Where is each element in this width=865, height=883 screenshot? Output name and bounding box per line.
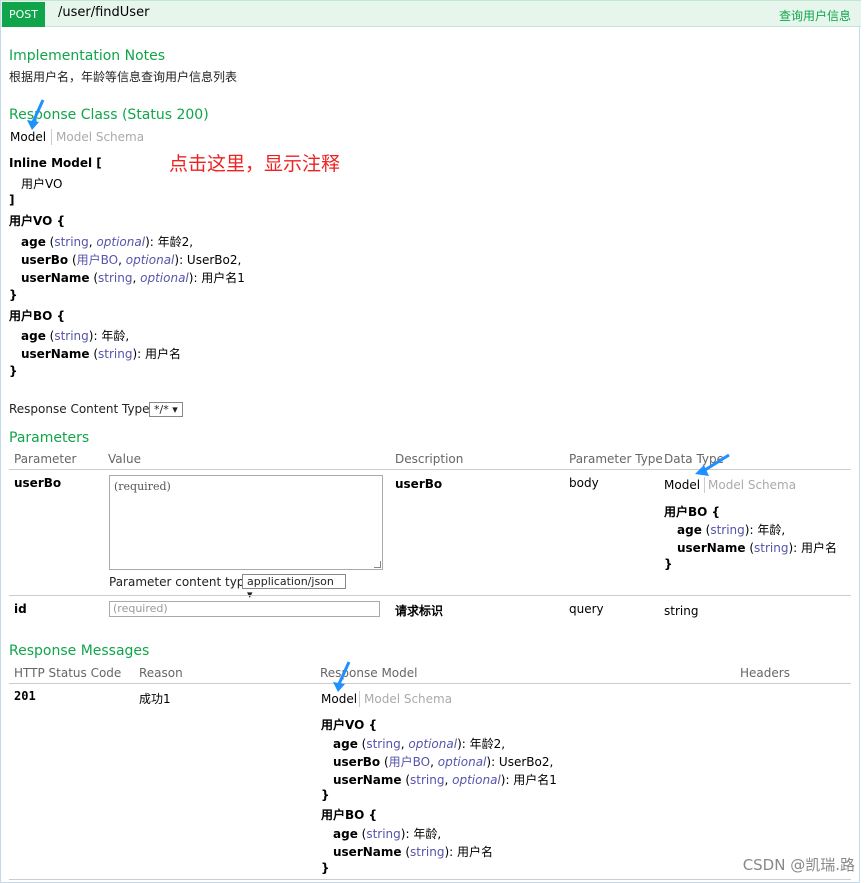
col-value: Value	[108, 452, 141, 466]
inline-model-close: ]	[9, 193, 15, 207]
param-model-field-username: userName (string): 用户名	[677, 541, 838, 555]
param-name-userbo: userBo	[14, 476, 62, 490]
inline-model-open: Inline Model [	[9, 156, 102, 170]
col-reason: Reason	[139, 666, 183, 680]
param-name-id: id	[14, 602, 27, 616]
data-type-id: string	[664, 604, 699, 618]
chevron-down-icon: ▾	[172, 403, 178, 416]
watermark: CSDN @凯瑞.路	[742, 856, 855, 874]
inline-model-item: 用户VO	[21, 177, 63, 191]
resp-vo-field-age: age (string, optional): 年龄2,	[333, 737, 506, 751]
operation-header[interactable]: POST /user/findUser 查询用户信息	[1, 0, 861, 27]
tab-divider	[704, 477, 705, 493]
blue-arrow-icon	[333, 661, 351, 692]
blue-arrow-icon	[695, 453, 730, 476]
param-model-close: }	[664, 557, 673, 571]
vo-model-open: 用户VO {	[9, 214, 65, 228]
response-content-type-select[interactable]: */* ▾	[149, 402, 183, 417]
col-http-status: HTTP Status Code	[14, 666, 122, 680]
vo-field-username: userName (string, optional): 用户名1	[21, 271, 245, 285]
resp-vo-close: }	[321, 788, 330, 802]
bo-field-age: age (string): 年龄,	[21, 329, 130, 343]
param-model-field-age: age (string): 年龄,	[677, 523, 786, 537]
param-type-userbo: body	[569, 476, 599, 490]
id-input[interactable]: (required)	[109, 601, 380, 617]
implementation-notes-heading: Implementation Notes	[9, 48, 166, 64]
model-schema-tab[interactable]: Model Schema	[56, 130, 144, 144]
vo-field-age: age (string, optional): 年龄2,	[21, 235, 194, 249]
resp-vo-field-username: userName (string, optional): 用户名1	[333, 773, 557, 787]
vo-field-userbo: userBo (用户BO, optional): UserBo2,	[21, 253, 242, 267]
operation-summary-link[interactable]: 查询用户信息	[779, 7, 851, 24]
model-tab[interactable]: Model	[10, 130, 46, 144]
param-model-tab[interactable]: Model	[664, 478, 700, 492]
resp-bo-open: 用户BO {	[321, 808, 378, 822]
param-content-type-select[interactable]: application/json ▾	[242, 574, 346, 601]
vo-model-close: }	[9, 288, 18, 302]
userbo-body-textarea[interactable]: (required)	[109, 475, 383, 570]
col-parameter: Parameter	[14, 452, 77, 466]
resp-vo-field-userbo: userBo (用户BO, optional): UserBo2,	[333, 755, 554, 769]
endpoint-path[interactable]: /user/findUser	[58, 5, 149, 20]
resp-bo-field-username: userName (string): 用户名	[333, 845, 494, 859]
row-divider	[9, 595, 851, 596]
tab-divider	[359, 691, 360, 707]
response-model-schema-tab[interactable]: Model Schema	[364, 692, 452, 706]
operation-panel: POST /user/findUser 查询用户信息 Implementatio…	[0, 0, 861, 883]
col-parameter-type: Parameter Type	[569, 452, 663, 466]
param-desc-userbo: userBo	[395, 477, 443, 491]
resp-vo-open: 用户VO {	[321, 718, 377, 732]
response-messages-heading: Response Messages	[9, 643, 150, 659]
param-type-id: query	[569, 602, 604, 616]
implementation-notes-text: 根据用户名，年龄等信息查询用户信息列表	[9, 70, 238, 84]
param-model-open: 用户BO {	[664, 505, 721, 519]
param-desc-id: 请求标识	[395, 604, 444, 618]
param-content-type-label: Parameter content type:	[109, 575, 256, 589]
col-headers: Headers	[740, 666, 790, 680]
header-divider	[9, 683, 851, 684]
resp-bo-field-age: age (string): 年龄,	[333, 827, 442, 841]
param-model-schema-tab[interactable]: Model Schema	[708, 478, 796, 492]
response-content-type-label: Response Content Type	[9, 402, 150, 416]
response-code: 201	[14, 689, 36, 703]
bo-model-open: 用户BO {	[9, 309, 66, 323]
resize-handle[interactable]	[374, 561, 381, 568]
col-description: Description	[395, 452, 464, 466]
http-method-badge: POST	[2, 2, 45, 27]
resp-bo-close: }	[321, 861, 330, 875]
bo-field-username: userName (string): 用户名	[21, 347, 182, 361]
tab-divider	[51, 129, 52, 145]
annotation-text: 点击这里，显示注释	[169, 153, 341, 175]
bo-model-close: }	[9, 364, 18, 378]
response-reason: 成功1	[139, 692, 171, 706]
parameters-heading: Parameters	[9, 430, 90, 446]
response-model-tab[interactable]: Model	[321, 692, 357, 706]
row-divider	[9, 879, 851, 880]
blue-arrow-icon	[27, 99, 45, 130]
